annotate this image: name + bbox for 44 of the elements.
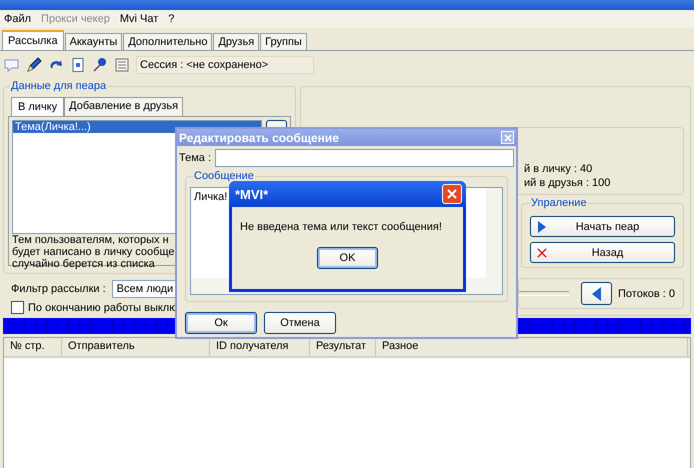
back-button[interactable]: Назад — [530, 242, 675, 263]
newspaper-icon[interactable] — [114, 57, 130, 73]
arrow-button[interactable] — [581, 282, 612, 305]
session-field: Сессия : <не сохранено> — [136, 56, 314, 74]
checkbox[interactable] — [11, 301, 24, 314]
stat-text: й в личку : 40 — [524, 162, 594, 176]
menu-item[interactable]: Файл — [4, 13, 32, 25]
tab[interactable]: Дополнительно — [123, 33, 212, 50]
close-icon — [504, 134, 512, 142]
group-title: Сообщение — [193, 170, 255, 182]
tab[interactable]: Друзья — [213, 33, 260, 50]
menu-item[interactable]: ? — [168, 13, 174, 25]
ok-button[interactable]: Ок — [185, 312, 257, 334]
filter-label: Фильтр рассылки : — [11, 283, 106, 295]
subject-field[interactable] — [215, 149, 514, 167]
ok-button[interactable]: OK — [317, 247, 378, 269]
pin-icon[interactable] — [92, 57, 108, 73]
subject-label: Тема : — [179, 152, 212, 164]
note-icon[interactable] — [4, 57, 20, 73]
close-icon — [446, 188, 458, 200]
threads-count: Потоков : 0 — [618, 288, 675, 300]
play-icon — [537, 220, 547, 232]
note-text: случайно берется из списка — [12, 258, 156, 270]
group-title: Упраление — [530, 197, 588, 209]
tab[interactable]: Аккаунты — [64, 33, 122, 50]
note-text: Тем пользователям, которых н — [12, 234, 170, 246]
tab[interactable]: В личку — [11, 97, 64, 116]
column-header[interactable]: № стр. — [4, 338, 62, 356]
tab[interactable]: Группы — [260, 33, 307, 50]
document-icon[interactable] — [70, 57, 86, 73]
scrollbar[interactable] — [486, 188, 502, 278]
tab[interactable]: Добавление в друзья — [64, 97, 184, 116]
left-arrow-icon — [590, 286, 602, 300]
stat-text: ий в друзья : 100 — [524, 176, 612, 190]
close-button[interactable] — [442, 184, 462, 204]
menu-item[interactable]: Mvi Чат — [120, 13, 158, 25]
close-icon — [537, 246, 547, 258]
start-button[interactable]: Начать пеар — [530, 216, 675, 237]
tab[interactable]: Рассылка — [2, 30, 64, 50]
note-text: будет написано в личку сообще — [12, 246, 176, 258]
cancel-button[interactable]: Отмена — [264, 312, 336, 334]
group-title: Данные для пеара — [10, 80, 108, 92]
pencil-icon[interactable] — [26, 57, 42, 73]
slider-track[interactable] — [519, 291, 569, 296]
